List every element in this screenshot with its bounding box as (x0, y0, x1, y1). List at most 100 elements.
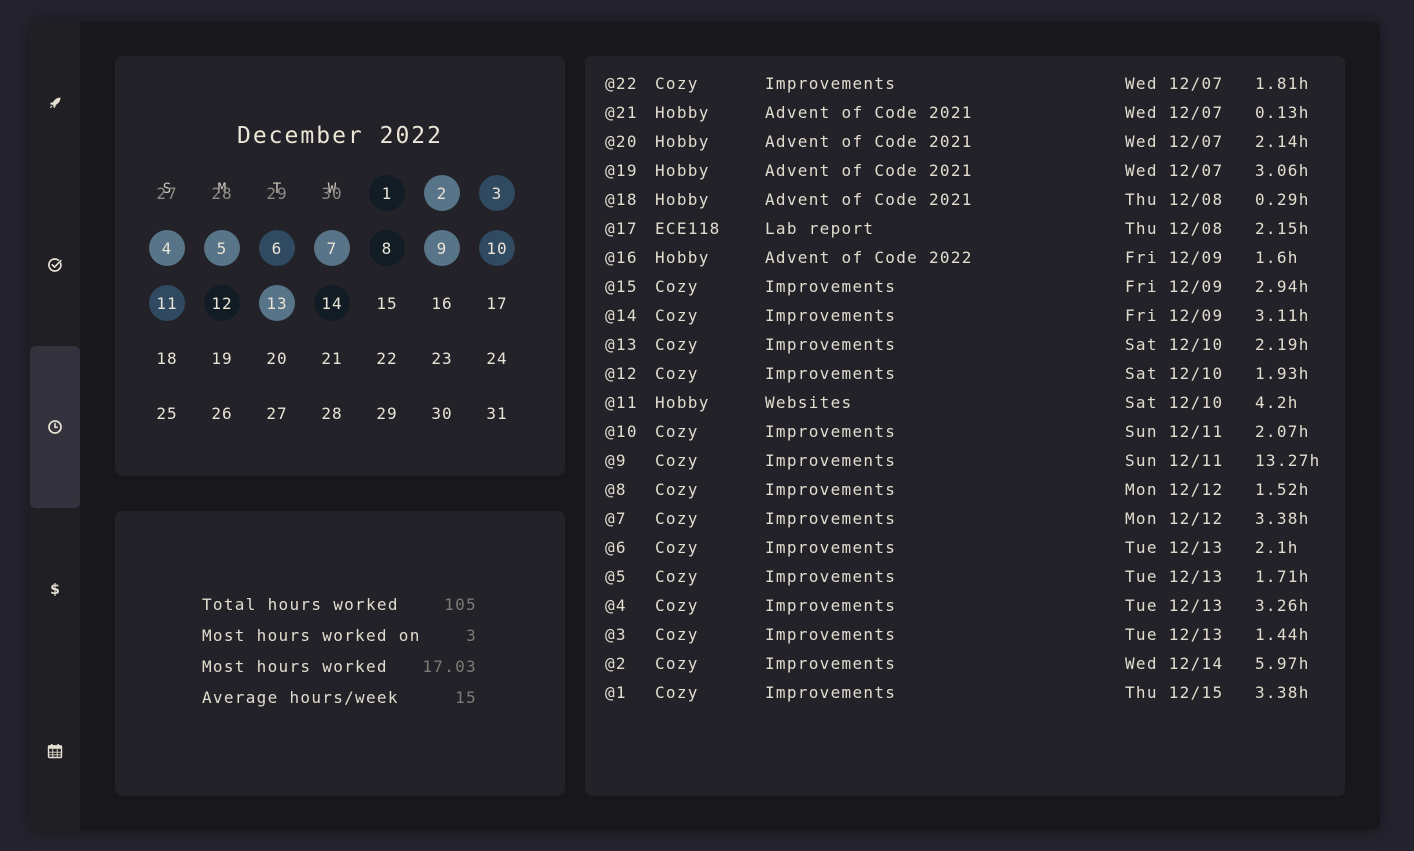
time-entry-row[interactable]: @1 Cozy Improvements Thu 12/15 3.38h (585, 683, 1345, 705)
calendar-day[interactable]: 13 (259, 285, 295, 321)
calendar-day[interactable]: 20 (259, 340, 295, 376)
calendar-day[interactable]: 21 (314, 340, 350, 376)
calendar-day[interactable]: 22 (369, 340, 405, 376)
entry-date: Fri 12/09 (1125, 306, 1224, 325)
calendar-day[interactable]: 12 (204, 285, 240, 321)
calendar-day[interactable]: 30 (424, 395, 460, 431)
nav-item-calendar[interactable] (30, 670, 80, 830)
calendar-day[interactable]: 6 (259, 230, 295, 266)
time-entry-row[interactable]: @2 Cozy Improvements Wed 12/14 5.97h (585, 654, 1345, 676)
calendar-day[interactable]: 11 (149, 285, 185, 321)
calendar-day-prev-month[interactable]: 28 (204, 175, 240, 211)
calendar-day-prev-month[interactable]: 30 (314, 175, 350, 211)
entry-project: Cozy (655, 683, 699, 702)
time-entry-row[interactable]: @13 Cozy Improvements Sat 12/10 2.19h (585, 335, 1345, 357)
time-entry-row[interactable]: @12 Cozy Improvements Sat 12/10 1.93h (585, 364, 1345, 386)
calendar-day[interactable]: 15 (369, 285, 405, 321)
stat-label: Average hours/week (202, 688, 399, 707)
calendar-day[interactable]: 3 (479, 175, 515, 211)
entry-project: Cozy (655, 422, 699, 441)
entry-hours: 3.06h (1255, 161, 1310, 180)
time-entry-row[interactable]: @4 Cozy Improvements Tue 12/13 3.26h (585, 596, 1345, 618)
entry-id: @20 (605, 132, 638, 151)
entry-hours: 3.38h (1255, 683, 1310, 702)
calendar-day[interactable]: 29 (369, 395, 405, 431)
time-entry-row[interactable]: @22 Cozy Improvements Wed 12/07 1.81h (585, 74, 1345, 96)
app-window: $ December 2022 SMTWTFS27282930123456789… (30, 22, 1380, 830)
stat-value: 3 (466, 626, 477, 645)
entry-task: Improvements (765, 422, 897, 441)
entry-task: Advent of Code 2021 (765, 161, 973, 180)
entry-date: Thu 12/08 (1125, 219, 1224, 238)
entry-id: @12 (605, 364, 638, 383)
calendar-day[interactable]: 25 (149, 395, 185, 431)
calendar-day[interactable]: 10 (479, 230, 515, 266)
entry-hours: 2.94h (1255, 277, 1310, 296)
calendar-day[interactable]: 1 (369, 175, 405, 211)
entry-hours: 4.2h (1255, 393, 1299, 412)
time-entry-row[interactable]: @6 Cozy Improvements Tue 12/13 2.1h (585, 538, 1345, 560)
entry-date: Sun 12/11 (1125, 451, 1224, 470)
calendar-day[interactable]: 23 (424, 340, 460, 376)
time-entry-row[interactable]: @3 Cozy Improvements Tue 12/13 1.44h (585, 625, 1345, 647)
nav-item-rocket[interactable] (30, 22, 80, 184)
calendar-day[interactable]: 2 (424, 175, 460, 211)
time-entry-row[interactable]: @21 Hobby Advent of Code 2021 Wed 12/07 0.13… (585, 103, 1345, 125)
calendar-day-prev-month[interactable]: 29 (259, 175, 295, 211)
time-entry-row[interactable]: @9 Cozy Improvements Sun 12/11 13.27h (585, 451, 1345, 473)
calendar-day[interactable]: 17 (479, 285, 515, 321)
time-entry-row[interactable]: @15 Cozy Improvements Fri 12/09 2.94h (585, 277, 1345, 299)
calendar-day[interactable]: 27 (259, 395, 295, 431)
time-entry-row[interactable]: @18 Hobby Advent of Code 2021 Thu 12/08 0.29… (585, 190, 1345, 212)
entry-date: Mon 12/12 (1125, 480, 1224, 499)
calendar-day[interactable]: 18 (149, 340, 185, 376)
nav-item-time[interactable] (30, 346, 80, 508)
stat-value: 17.03 (422, 657, 477, 676)
entry-project: Hobby (655, 190, 710, 209)
nav-item-tasks[interactable] (30, 184, 80, 346)
calendar-day-prev-month[interactable]: 27 (149, 175, 185, 211)
entry-project: Cozy (655, 277, 699, 296)
time-entry-row[interactable]: @11 Hobby Websites Sat 12/10 4.2h (585, 393, 1345, 415)
entry-task: Lab report (765, 219, 875, 238)
entry-id: @16 (605, 248, 638, 267)
calendar-day[interactable]: 31 (479, 395, 515, 431)
stat-row: Most hours worked on 3 (202, 626, 477, 650)
time-entry-row[interactable]: @10 Cozy Improvements Sun 12/11 2.07h (585, 422, 1345, 444)
time-entry-row[interactable]: @5 Cozy Improvements Tue 12/13 1.71h (585, 567, 1345, 589)
entry-id: @13 (605, 335, 638, 354)
time-entry-row[interactable]: @7 Cozy Improvements Mon 12/12 3.38h (585, 509, 1345, 531)
entry-hours: 0.29h (1255, 190, 1310, 209)
entry-id: @8 (605, 480, 627, 499)
entry-hours: 2.07h (1255, 422, 1310, 441)
calendar-day[interactable]: 9 (424, 230, 460, 266)
calendar-day[interactable]: 7 (314, 230, 350, 266)
entry-project: Hobby (655, 103, 710, 122)
calendar-day[interactable]: 28 (314, 395, 350, 431)
entry-hours: 5.97h (1255, 654, 1310, 673)
sidebar: $ (30, 22, 80, 830)
time-entry-row[interactable]: @8 Cozy Improvements Mon 12/12 1.52h (585, 480, 1345, 502)
time-entry-row[interactable]: @16 Hobby Advent of Code 2022 Fri 12/09 1.6h (585, 248, 1345, 270)
calendar-day[interactable]: 4 (149, 230, 185, 266)
entry-task: Improvements (765, 364, 897, 383)
entry-project: Hobby (655, 393, 710, 412)
time-entry-row[interactable]: @20 Hobby Advent of Code 2021 Wed 12/07 2.14… (585, 132, 1345, 154)
time-entry-row[interactable]: @19 Hobby Advent of Code 2021 Wed 12/07 3.06… (585, 161, 1345, 183)
stat-label: Most hours worked (202, 657, 388, 676)
entry-task: Improvements (765, 625, 897, 644)
nav-item-money[interactable]: $ (30, 508, 80, 670)
time-entry-row[interactable]: @14 Cozy Improvements Fri 12/09 3.11h (585, 306, 1345, 328)
calendar-day[interactable]: 5 (204, 230, 240, 266)
calendar-day[interactable]: 8 (369, 230, 405, 266)
entry-date: Wed 12/07 (1125, 74, 1224, 93)
calendar-day[interactable]: 16 (424, 285, 460, 321)
calendar-day[interactable]: 24 (479, 340, 515, 376)
entry-hours: 1.71h (1255, 567, 1310, 586)
calendar-day[interactable]: 26 (204, 395, 240, 431)
time-entry-row[interactable]: @17 ECE118 Lab report Thu 12/08 2.15h (585, 219, 1345, 241)
entry-id: @19 (605, 161, 638, 180)
entry-date: Fri 12/09 (1125, 277, 1224, 296)
calendar-day[interactable]: 14 (314, 285, 350, 321)
calendar-day[interactable]: 19 (204, 340, 240, 376)
